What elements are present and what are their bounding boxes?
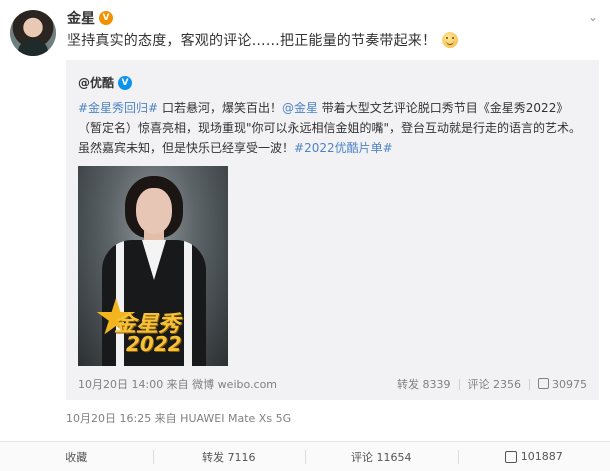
- author-name-row: 金星 V: [67, 8, 113, 28]
- mention-link[interactable]: @金星: [282, 101, 318, 115]
- repost-like-count: 30975: [552, 377, 587, 391]
- repost-text: #金星秀回归# 口若悬河，爆笑百出！@金星 带着大型文艺评论脱口秀节目《金星秀2…: [78, 98, 583, 158]
- post-meta[interactable]: 10月20日 16:25 来自 HUAWEI Mate Xs 5G: [66, 410, 291, 426]
- thumbs-up-icon: [504, 450, 517, 463]
- post-text: 坚持真实的态度，客观的评论……把正能量的节奏带起来！: [67, 33, 437, 49]
- smile-emoji-icon: [442, 32, 459, 48]
- repost-like[interactable]: 30975: [538, 377, 587, 391]
- thumbs-up-icon: [538, 377, 549, 389]
- repost-author[interactable]: @优酷: [78, 74, 114, 91]
- verified-badge-icon: V: [99, 11, 113, 25]
- poster-image[interactable]: 金星秀 2022: [78, 166, 228, 366]
- action-bar: 收藏 转发 7116 评论 11654 101887: [0, 441, 610, 471]
- like-count: 101887: [520, 450, 563, 463]
- hashtag-link[interactable]: #2022优酷片单#: [294, 141, 393, 155]
- repost-meta[interactable]: 10月20日 14:00 来自 微博 weibo.com: [78, 376, 277, 392]
- post-content: 坚持真实的态度，客观的评论……把正能量的节奏带起来！: [67, 30, 459, 50]
- repost-label: 转发 7116: [202, 450, 256, 464]
- verified-blue-icon: V: [118, 75, 133, 90]
- repost-stats: 转发 8339 评论 2356 30975: [397, 376, 587, 392]
- favorite-button[interactable]: 收藏: [0, 442, 153, 471]
- chevron-down-icon[interactable]: ⌄: [588, 10, 598, 24]
- repost-author-row: @优酷 V: [78, 74, 133, 91]
- like-button[interactable]: 101887: [457, 442, 610, 471]
- comment-button[interactable]: 评论 11654: [305, 442, 458, 471]
- poster-year: 2022: [126, 332, 182, 356]
- hashtag-link[interactable]: #金星秀回归#: [78, 101, 158, 115]
- author-name[interactable]: 金星: [67, 8, 95, 28]
- repost-comment-count[interactable]: 评论 2356: [468, 376, 522, 392]
- repost-text-part: 口若悬河，爆笑百出！: [158, 101, 282, 115]
- repost-button[interactable]: 转发 7116: [152, 442, 306, 471]
- author-avatar[interactable]: [10, 10, 56, 56]
- comment-label: 评论 11654: [351, 450, 412, 464]
- repost-card: @优酷 V #金星秀回归# 口若悬河，爆笑百出！@金星 带着大型文艺评论脱口秀节…: [66, 60, 599, 400]
- repost-repost-count[interactable]: 转发 8339: [397, 376, 451, 392]
- favorite-label: 收藏: [65, 450, 88, 464]
